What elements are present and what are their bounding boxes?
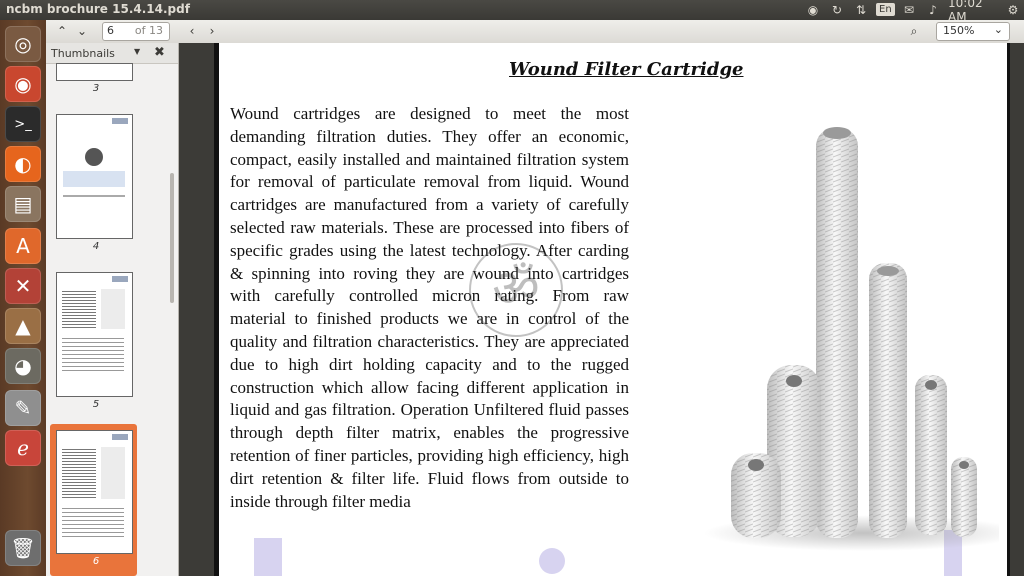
thumbnail-label-6: 6 [92,556,100,567]
thumbnail-label-4: 4 [92,241,100,252]
history-back-button[interactable]: ‹ [182,22,202,40]
filter-cartridges-image [704,127,999,551]
background-decoration [254,538,282,576]
pdf-page: Wound Filter Cartridge Wound cartridges … [214,43,1010,576]
power-gear-icon[interactable]: ⚙ [1004,1,1022,19]
gimp-icon[interactable]: ◕ [5,348,41,384]
window-title: ncbm brochure 15.4.14.pdf [6,2,190,16]
thumbnail-label-5: 5 [92,399,100,410]
launcher: ◎ ◉ >_ ◐ ▤ A ✕ ▲ ◕ ✎ ℯ 🗑 [0,20,47,576]
terminal-icon[interactable]: >_ [5,106,41,142]
zoom-value: 150% [943,24,975,37]
sidebar-mode-label[interactable]: Thumbnails [51,47,115,60]
page-thumbnail-6[interactable] [56,430,133,554]
sidebar-header: Thumbnails ▼ ✖ [46,43,178,64]
search-icon[interactable]: ⌕ [904,22,924,40]
page-count-label: of 13 [134,24,163,37]
files-icon[interactable]: ▤ [5,186,41,222]
thumbnail-label-3: 3 [92,83,100,94]
volume-icon[interactable]: ♪ [924,1,942,19]
ubuntu-dash-icon[interactable]: ◎ [5,26,41,62]
network-icon[interactable]: ⇅ [852,1,870,19]
page-thumbnail-4[interactable] [56,114,133,239]
top-panel: ncbm brochure 15.4.14.pdf ◉ ↻ ⇅ En ✉ ♪ 1… [0,0,1024,24]
document-view[interactable]: Wound Filter Cartridge Wound cartridges … [179,43,1024,576]
document-viewer-icon[interactable]: ℯ [5,430,41,466]
mail-icon[interactable]: ✉ [900,1,918,19]
trash-icon[interactable]: 🗑 [5,530,41,566]
software-center-icon[interactable]: A [5,228,41,264]
current-page-value[interactable]: 6 [107,24,114,37]
viewer-toolbar: ⌃ ⌄ 6 of 13 ‹ › ⌕ 150% ⌄ [46,20,1024,44]
text-editor-icon[interactable]: ✎ [5,390,41,426]
sync-icon[interactable]: ↻ [828,1,846,19]
thumbnails-sidebar: Thumbnails ▼ ✖ 3 4 5 6 [46,43,179,576]
zoom-select[interactable]: 150% ⌄ [936,22,1010,41]
chevron-down-icon[interactable]: ▼ [134,47,140,56]
firefox-icon[interactable]: ◐ [5,146,41,182]
close-sidebar-icon[interactable]: ✖ [154,45,165,60]
chrome-icon[interactable]: ◉ [5,66,41,102]
chevron-down-icon: ⌄ [993,23,1003,36]
keyboard-language-indicator[interactable]: En [876,3,895,16]
logo-watermark: ॐ [469,243,563,337]
settings-icon[interactable]: ✕ [5,268,41,304]
sidebar-scrollbar[interactable] [170,173,174,303]
next-page-button[interactable]: ⌄ [72,22,92,40]
page-number-field[interactable]: 6 of 13 [102,22,170,41]
chrome-tray-icon[interactable]: ◉ [804,1,822,19]
page-thumbnail-3[interactable] [56,63,133,81]
previous-page-button[interactable]: ⌃ [52,22,72,40]
vlc-icon[interactable]: ▲ [5,308,41,344]
page-heading: Wound Filter Cartridge [509,59,744,80]
page-body-text: Wound cartridges are designed to meet th… [230,104,629,511]
page-thumbnail-5[interactable] [56,272,133,397]
background-decoration [539,548,565,574]
clock[interactable]: 10:02 AM [948,0,1000,24]
history-forward-button[interactable]: › [202,22,222,40]
